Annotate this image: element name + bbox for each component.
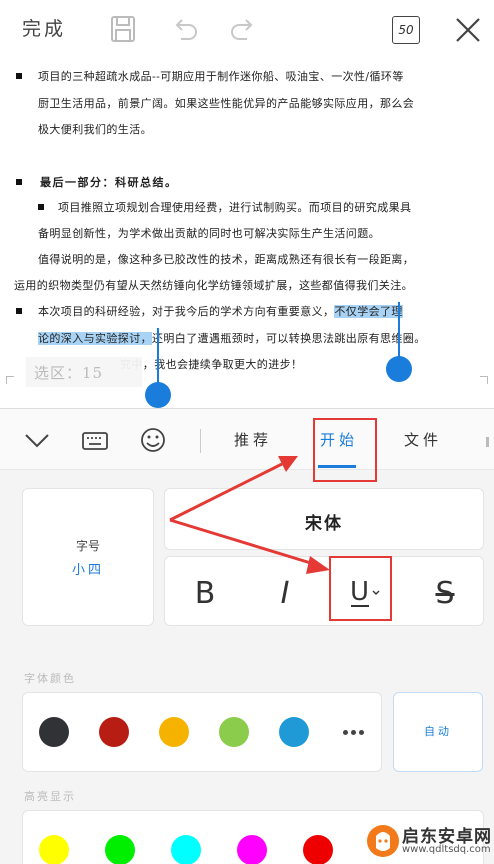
selection-end-handle[interactable] bbox=[386, 356, 412, 382]
highlight-swatch[interactable] bbox=[105, 835, 135, 864]
color-swatch[interactable] bbox=[279, 717, 309, 747]
undo-icon[interactable] bbox=[168, 12, 202, 46]
color-swatch[interactable] bbox=[99, 717, 129, 747]
doc-line: 项目的三种超疏水成品--可期应用于制作迷你船、吸油宝、一次性/循环等 bbox=[38, 70, 404, 83]
italic-button[interactable]: I bbox=[257, 565, 313, 621]
word-count-badge[interactable]: 50 bbox=[392, 16, 420, 44]
save-icon[interactable] bbox=[106, 12, 140, 46]
doc-line: 极大便利我们的生活。 bbox=[38, 123, 152, 136]
font-size-value: 小四 bbox=[71, 563, 104, 578]
doc-line: 备明显创新性，为学术做出贡献的同时也可解决实际生产生活问题。 bbox=[38, 227, 380, 240]
font-size-button[interactable]: 字号 小四 bbox=[22, 488, 154, 626]
strikethrough-button[interactable]: S bbox=[417, 565, 473, 621]
highlight-swatch[interactable] bbox=[171, 835, 201, 864]
tabs-overflow-indicator bbox=[486, 437, 489, 447]
toolbar-tabs: 推荐 开始 文件 bbox=[0, 408, 494, 470]
bullet bbox=[38, 204, 44, 210]
selection-count-badge: 选区：15 bbox=[26, 357, 142, 387]
doc-line: 论的深入与实验探讨，还明白了遭遇瓶颈时，可以转换思法跳出原有思维圈。 bbox=[38, 332, 426, 345]
color-swatch[interactable] bbox=[39, 717, 69, 747]
font-color-palette bbox=[22, 692, 382, 772]
highlight-swatch[interactable] bbox=[237, 835, 267, 864]
selected-text[interactable]: 不仅学会了理 bbox=[334, 305, 403, 318]
doc-line: 厨卫生活用品，前景广阔。如果这些性能优异的产品能够实际应用，那么会 bbox=[38, 97, 415, 110]
close-icon[interactable] bbox=[452, 14, 484, 46]
page-corner-mark bbox=[6, 376, 14, 384]
page-corner-mark bbox=[480, 376, 488, 384]
doc-line: 究中，我也会捷续争取更大的进步！ bbox=[120, 358, 303, 371]
bullet bbox=[16, 308, 22, 314]
highlight-swatch[interactable] bbox=[303, 835, 333, 864]
tab-highlight-box bbox=[313, 418, 377, 482]
watermark-logo-icon bbox=[367, 825, 399, 857]
bold-button[interactable]: B bbox=[177, 565, 233, 621]
auto-color-label: 自动 bbox=[424, 725, 452, 738]
selected-text[interactable]: 论的深入与实验探讨， bbox=[38, 332, 152, 345]
selection-end-stem bbox=[398, 302, 400, 362]
tab-file[interactable]: 文件 bbox=[404, 429, 442, 450]
document-area[interactable]: 项目的三种超疏水成品--可期应用于制作迷你船、吸油宝、一次性/循环等 厨卫生活用… bbox=[0, 60, 494, 408]
bullet bbox=[16, 73, 22, 79]
font-family-button[interactable]: 宋体 bbox=[164, 488, 484, 550]
font-family-value: 宋体 bbox=[305, 514, 343, 534]
doc-line: 本次项目的科研经验，对于我今后的学术方向有重要意义，不仅学会了理 bbox=[38, 305, 403, 318]
tab-divider bbox=[200, 429, 201, 453]
doc-line: 项目推照立项规划合理使用经费，进行试制购买。而项目的研究成果具 bbox=[58, 201, 412, 214]
font-panel: 字号 小四 宋体 B I U S 字体颜色 自动 高亮显示 bbox=[0, 470, 494, 864]
more-colors-icon[interactable] bbox=[335, 717, 371, 747]
top-bar: 完成 50 bbox=[0, 0, 494, 60]
auto-color-button[interactable]: 自动 bbox=[393, 692, 483, 772]
doc-line: 运用的织物类型仍有望从天然纺锤向化学纺锤领域扩展，这些都值得我们关注。 bbox=[14, 279, 413, 292]
text-style-group: B I U S bbox=[164, 556, 484, 626]
keyboard-icon[interactable] bbox=[80, 425, 110, 455]
watermark: 启东安卓网 www.qdltsdq.com bbox=[364, 822, 492, 862]
color-swatch[interactable] bbox=[219, 717, 249, 747]
chevron-down-icon[interactable] bbox=[22, 425, 52, 455]
watermark-url: www.qdltsdq.com bbox=[402, 844, 491, 855]
font-color-label: 字体颜色 bbox=[24, 672, 76, 685]
highlight-swatch[interactable] bbox=[39, 835, 69, 864]
tab-recommend[interactable]: 推荐 bbox=[234, 429, 272, 450]
selection-start-stem bbox=[157, 328, 159, 388]
doc-line: 值得说明的是，像这种多已胶改性的技术，距离成熟还有很长有一段距离， bbox=[38, 253, 415, 266]
section-heading: 最后一部分：科研总结。 bbox=[40, 176, 178, 189]
color-swatch[interactable] bbox=[159, 717, 189, 747]
font-size-label: 字号 bbox=[75, 539, 100, 553]
done-button[interactable]: 完成 bbox=[22, 14, 66, 41]
redo-icon[interactable] bbox=[226, 12, 260, 46]
underline-highlight-box bbox=[329, 556, 392, 621]
highlight-label: 高亮显示 bbox=[24, 790, 76, 803]
emoji-icon[interactable] bbox=[138, 425, 168, 455]
bullet bbox=[16, 179, 22, 185]
selection-start-handle[interactable] bbox=[145, 382, 171, 408]
